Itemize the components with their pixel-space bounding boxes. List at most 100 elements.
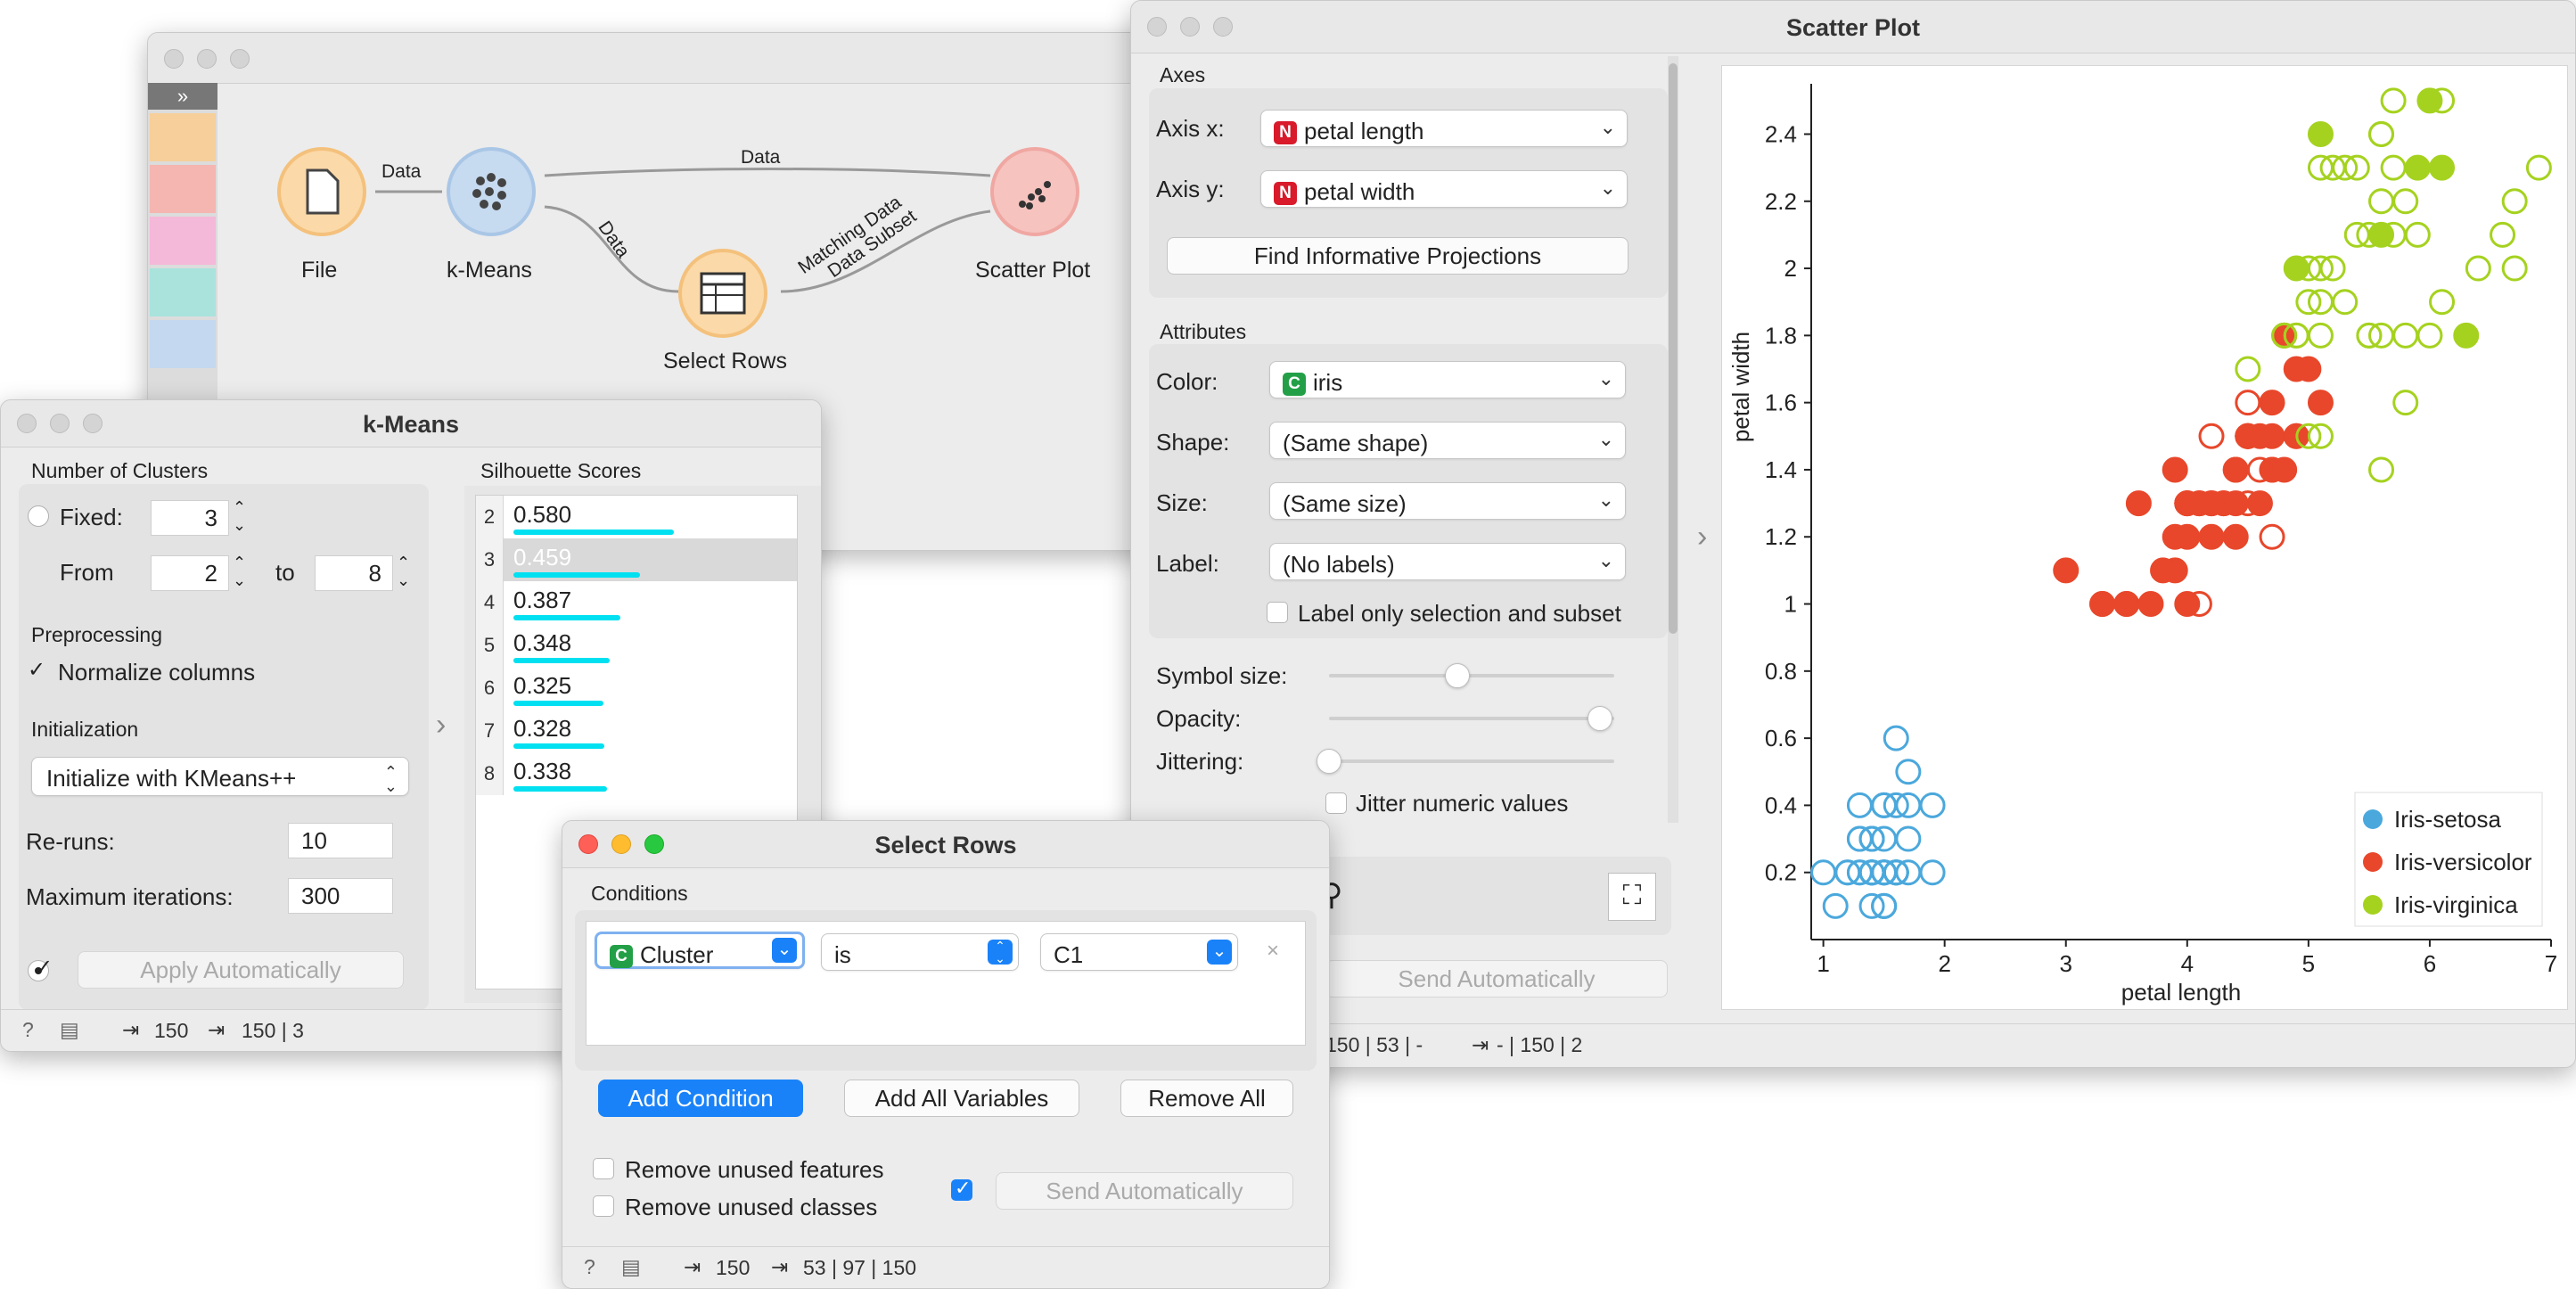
silhouette-row[interactable]: 8 0.338 [476,752,797,795]
data-point [2053,557,2080,584]
remove-all-button[interactable]: Remove All [1120,1080,1293,1117]
plot-area[interactable]: 1 2 3 4 5 6 7 0.2 0.4 0.6 0.8 1 1.2 1.4 1.6 1.8 2 2.2 2.4 p… [1721,65,2568,1010]
data-point [1895,825,1922,852]
silhouette-k: 2 [476,496,504,538]
label-select[interactable]: (No labels) ⌄ [1269,543,1626,580]
window-title: Select Rows [874,832,1017,858]
jittering-slider[interactable] [1317,749,1341,774]
report-icon[interactable]: ▤ [621,1255,641,1279]
edge-label-kmeans-scatter: Data [741,147,781,168]
status-output: 150 | 3 [242,1019,304,1042]
opacity-slider[interactable] [1587,706,1612,731]
data-point [1846,792,1873,818]
to-spinbox[interactable]: 8 [315,555,393,591]
fixed-radio[interactable] [28,505,49,527]
legend-label: Iris-setosa [2394,806,2501,833]
silhouette-row[interactable]: 5 0.348 [476,624,797,667]
symbol-size-slider[interactable] [1445,663,1470,688]
collapse-arrow-icon[interactable]: › [1697,520,1707,554]
condition-value-select[interactable]: C1 ⌄ [1040,933,1238,971]
label-only-checkbox[interactable] [1267,602,1288,623]
apply-automatically-checkbox[interactable] [33,955,54,981]
symbol-size-slider-track[interactable] [1329,674,1614,677]
fixed-spinbox[interactable]: 3 [151,500,229,536]
spin-arrows-icon[interactable]: ⌃ ⌄ [233,554,246,589]
remove-unused-classes-label: Remove unused classes [625,1194,878,1220]
apply-automatically-button[interactable]: Apply Automatically [78,951,404,989]
spin-arrows-icon[interactable]: ⌃ ⌄ [233,498,246,534]
max-iterations-input[interactable]: 300 [288,878,393,914]
categorical-variable-icon: C [1283,373,1306,397]
find-informative-projections-button[interactable]: Find Informative Projections [1167,237,1628,275]
y-tick-label: 2.4 [1765,120,1797,147]
input-icon: ⇥ [684,1255,701,1278]
x-axis-label: petal length [2121,979,2241,1006]
color-select[interactable]: Ciris ⌄ [1269,361,1626,398]
x-tick-label: 2 [1938,950,1950,977]
axis-x-select[interactable]: Npetal length ⌄ [1260,110,1628,147]
scrollbar-thumb[interactable] [1669,63,1678,634]
silhouette-k: 4 [476,581,504,624]
data-point [2368,188,2395,215]
shape-label: Shape: [1156,429,1230,456]
shape-select[interactable]: (Same shape) ⌄ [1269,422,1626,459]
silhouette-score: 0.387 [513,587,572,613]
jittering-slider-track[interactable] [1329,759,1614,763]
remove-condition-icon[interactable]: × [1267,939,1279,964]
y-tick-label: 1.4 [1765,456,1797,483]
size-select[interactable]: (Same size) ⌄ [1269,482,1626,520]
silhouette-bar [513,572,641,578]
file-widget[interactable] [277,147,366,236]
kmeans-widget[interactable] [447,147,536,236]
send-automatically-checkbox[interactable] [951,1177,972,1201]
kmeans-widget-label: k-Means [447,258,532,283]
remove-unused-features-checkbox[interactable] [593,1158,614,1179]
send-automatically-button[interactable]: Send Automatically [1325,960,1668,998]
legend-marker [2363,852,2383,872]
opacity-slider-track[interactable] [1329,717,1614,720]
report-icon[interactable]: ▤ [60,1018,79,1042]
add-condition-button[interactable]: Add Condition [598,1080,803,1117]
condition-operator-select[interactable]: is ⌃ ⌄ [821,933,1019,971]
help-icon[interactable]: ? [584,1255,595,1279]
data-point [2089,591,2116,618]
axis-y-select[interactable]: Npetal width ⌄ [1260,170,1628,208]
data-point [2332,289,2359,316]
add-all-variables-button[interactable]: Add All Variables [844,1080,1079,1117]
spin-arrows-icon[interactable]: ⌃ ⌄ [397,554,410,589]
jitter-numeric-checkbox[interactable] [1325,792,1347,814]
remove-unused-classes-checkbox[interactable] [593,1195,614,1217]
silhouette-row[interactable]: 6 0.325 [476,667,797,710]
chevron-down-icon: ⌄ [772,938,797,963]
chevron-down-icon: ⌄ [1599,116,1616,138]
jitter-numeric-text: Jitter numeric values [1356,790,1569,817]
file-widget-label: File [301,258,338,283]
select-rows-widget[interactable] [678,249,767,338]
categorical-variable-icon: C [610,945,633,969]
collapse-arrow-icon[interactable]: › [436,708,446,743]
scatter-plot-widget[interactable] [990,147,1079,236]
silhouette-row[interactable]: 3 0.459 [476,538,797,581]
scatter-chart[interactable]: 1 2 3 4 5 6 7 0.2 0.4 0.6 0.8 1 1.2 1.4 1.6 1.8 2 2.2 2.4 p… [1722,66,2567,1009]
data-point [2416,322,2443,349]
silhouette-row[interactable]: 2 0.580 [476,496,797,538]
from-spinbox[interactable]: 2 [151,555,229,591]
silhouette-row[interactable]: 7 0.328 [476,710,797,752]
silhouette-score: 0.338 [513,758,572,784]
data-point [2259,423,2285,449]
y-tick-label: 2.2 [1765,188,1797,215]
condition-variable-select[interactable]: C Cluster ⌄ [595,932,805,969]
help-icon[interactable]: ? [22,1018,34,1042]
opacity-label: Opacity: [1156,705,1242,732]
reruns-input[interactable]: 10 [288,823,393,858]
scatter-plot-widget-label: Scatter Plot [975,258,1091,283]
data-point [2380,87,2407,114]
fullscreen-button[interactable]: ⛶ [1608,873,1656,921]
shape-value: (Same shape) [1283,430,1429,456]
silhouette-bar [513,530,674,535]
normalize-checkbox[interactable] [26,657,47,683]
controls-scrollbar[interactable] [1668,56,1678,823]
send-automatically-button[interactable]: Send Automatically [996,1172,1293,1210]
init-method-select[interactable]: Initialize with KMeans++ ⌃ ⌄ [31,757,409,796]
silhouette-row[interactable]: 4 0.387 [476,581,797,624]
